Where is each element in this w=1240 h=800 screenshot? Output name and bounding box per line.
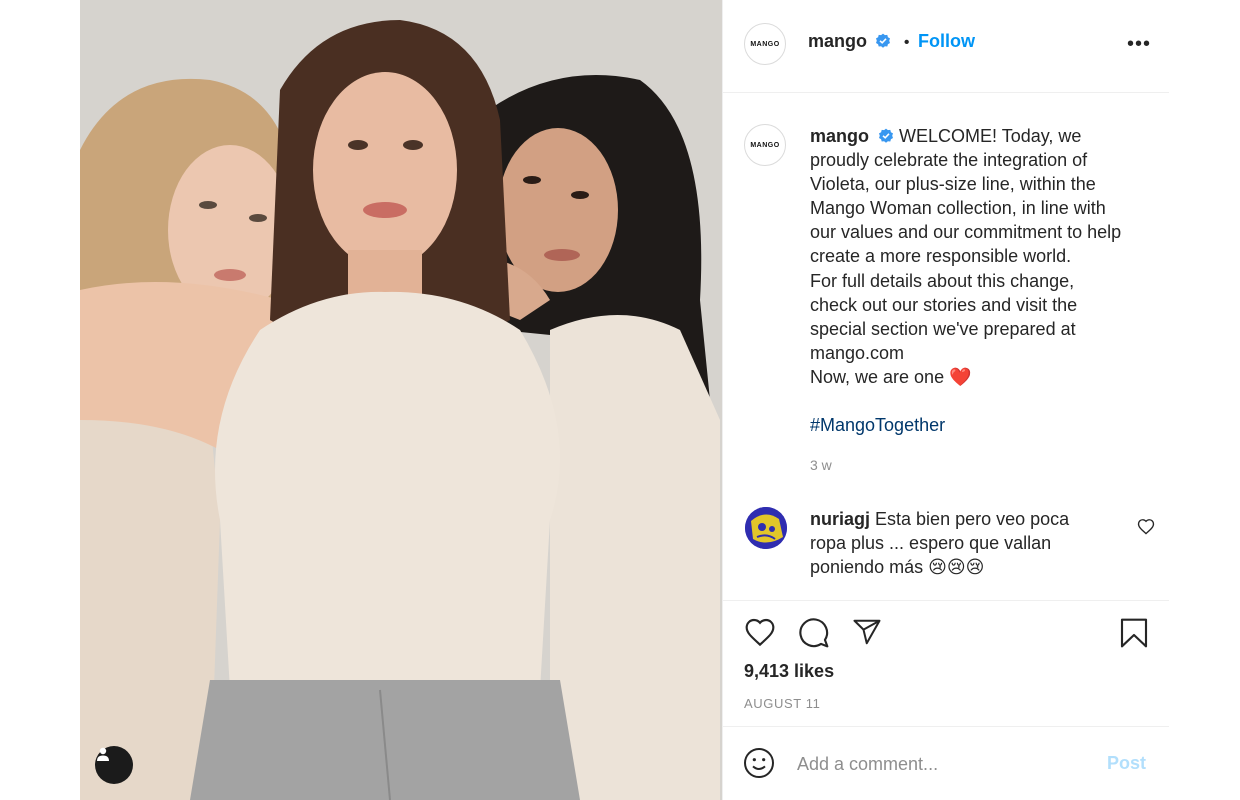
comment-composer: Post: [723, 726, 1169, 800]
heart-icon: [745, 618, 775, 647]
save-button[interactable]: [1119, 617, 1149, 654]
bookmark-icon: [1120, 618, 1148, 648]
emoji-icon: [744, 748, 774, 778]
comment: nuriagj Esta bien pero veo poca ropa plu…: [810, 507, 1110, 579]
caption-avatar-text: MANGO: [750, 141, 780, 149]
share-icon: [853, 619, 881, 645]
avatar[interactable]: MANGO: [744, 23, 786, 65]
more-options-button[interactable]: •••: [1127, 33, 1152, 55]
caption-text: WELCOME! Today, we: [899, 126, 1082, 146]
caption-username[interactable]: mango: [810, 126, 869, 146]
comment-body: ropa plus ... espero que vallan: [810, 533, 1052, 554]
comment-avatar[interactable]: [745, 507, 787, 549]
post-comment-button[interactable]: Post: [1107, 753, 1146, 774]
follow-button[interactable]: Follow: [918, 31, 975, 51]
caption-text: create a more responsible world.: [810, 246, 1072, 267]
likes-count[interactable]: 9,413 likes: [744, 661, 834, 682]
post-panel: MANGO mango • Follow ••• MANGO mango WEL…: [722, 0, 1169, 800]
share-button[interactable]: [851, 617, 883, 652]
caption-line-first: mango WELCOME! Today, we: [810, 124, 1155, 148]
header-username[interactable]: mango: [808, 31, 867, 51]
caption-text: Now, we are one ❤️: [810, 366, 972, 387]
heart-icon: [1137, 519, 1155, 535]
user-tag-button[interactable]: [95, 746, 133, 784]
emoji-button[interactable]: [743, 747, 775, 784]
avatar-text: MANGO: [750, 40, 780, 48]
caption-text: Violeta, our plus-size line, within the: [810, 174, 1096, 195]
caption-text: Mango Woman collection, in line with: [810, 198, 1106, 219]
caption-text: For full details about this change,: [810, 270, 1075, 291]
separator-dot: •: [903, 34, 910, 51]
caption-text: check out our stories and visit the: [810, 294, 1078, 315]
like-button[interactable]: [744, 617, 776, 652]
caption-text: special section we've prepared at: [810, 318, 1076, 339]
caption-text: mango.com: [810, 342, 905, 363]
comment-input[interactable]: [797, 751, 1087, 777]
comment-body: poniendo más 😢😢😢: [810, 557, 985, 578]
comment-line: nuriagj Esta bien pero veo poca: [810, 507, 1110, 531]
post-image: [80, 0, 722, 800]
comment-avatar-image: [745, 507, 787, 549]
caption-text: proudly celebrate the integration of: [810, 150, 1088, 171]
verified-badge-icon: [879, 128, 894, 143]
user-tag-icon: [97, 747, 109, 761]
verified-badge-icon: [876, 33, 891, 48]
caption: mango WELCOME! Today, we proudly celebra…: [810, 124, 1155, 437]
header-user-row: mango • Follow: [808, 31, 975, 52]
comment-button[interactable]: [798, 617, 830, 654]
comment-icon: [799, 618, 829, 648]
post-header: MANGO mango • Follow •••: [723, 0, 1169, 93]
caption-avatar[interactable]: MANGO: [744, 124, 786, 166]
post-date: AUGUST 11: [744, 696, 821, 711]
post-photo[interactable]: [80, 0, 722, 800]
hashtag-link[interactable]: #MangoTogether: [810, 413, 1155, 437]
post-time-ago[interactable]: 3 w: [810, 457, 832, 473]
comment-body: Esta bien pero veo poca: [875, 509, 1070, 529]
comment-like-button[interactable]: [1137, 518, 1155, 540]
comment-username[interactable]: nuriagj: [810, 509, 870, 529]
caption-text: our values and our commitment to help: [810, 222, 1122, 243]
more-icon: •••: [1127, 33, 1152, 55]
